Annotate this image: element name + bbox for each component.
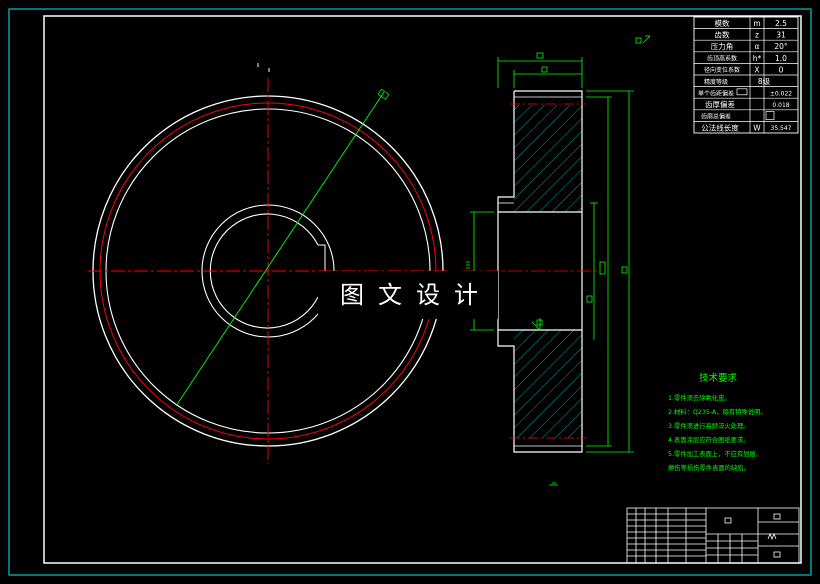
technical-requirements: 技术要求 1.零件须去除氧化皮。 2.材料：Q235-A，除有特殊说明。 3.零… <box>668 372 767 472</box>
param-value-7: 0.018 <box>772 102 789 109</box>
param-symbol-3: h* <box>753 54 762 63</box>
tech-requirements-title: 技术要求 <box>699 372 738 384</box>
lower-rim-section <box>514 330 582 438</box>
param-symbol-9: W <box>753 123 761 132</box>
param-name-0: 模数 <box>715 18 730 28</box>
diameter-leader <box>175 91 385 407</box>
param-name-7: 齿厚偏差 <box>705 99 735 109</box>
param-symbol-0: m <box>753 19 760 28</box>
watermark: 图文设计 <box>318 271 498 319</box>
section-view <box>462 35 651 486</box>
tech-requirement-item-1: 1.零件须去除氧化皮。 <box>668 393 731 402</box>
upper-rim-section <box>514 105 582 212</box>
tech-requirement-item-3: 3.零件须进行高频淬火处理。 <box>668 421 750 430</box>
param-value-1: 31 <box>776 31 786 40</box>
tech-requirement-item-4: 4.表面涂层应符合图纸要求。 <box>668 435 750 444</box>
param-value-6: ±0.022 <box>770 90 792 97</box>
param-name-3: 齿顶高系数 <box>707 55 737 63</box>
tech-requirement-item-5: 5.零件加工表面上，不应有划痕、 <box>668 449 762 458</box>
tech-requirement-item-2: 2.材料：Q235-A，除有特殊说明。 <box>668 407 767 416</box>
param-value-2: 20° <box>774 42 788 51</box>
param-value-5: 8级 <box>758 76 771 86</box>
param-value-4: 0 <box>779 65 784 74</box>
param-value-0: 2.5 <box>775 19 787 28</box>
gear-drawing-canvas: 模数 m 2.5 齿数 z 31 压力角 α 20° 齿顶高系数 h* 1.0 … <box>8 8 812 576</box>
param-name-2: 压力角 <box>711 41 734 51</box>
diameter-label-box <box>377 88 390 100</box>
param-symbol-1: z <box>755 31 759 40</box>
param-symbol-2: α <box>755 42 760 51</box>
watermark-text: 图文设计 <box>340 281 492 309</box>
front-view <box>88 63 448 464</box>
param-value-9: 35.547 <box>771 125 792 132</box>
param-name-4: 径向变位系数 <box>704 66 740 74</box>
param-name-5: 精度等级 <box>704 78 728 86</box>
parameter-table: 模数 m 2.5 齿数 z 31 压力角 α 20° 齿顶高系数 h* 1.0 … <box>693 16 799 134</box>
title-block <box>626 507 800 564</box>
param-name-1: 齿数 <box>715 30 730 40</box>
param-value-3: 1.0 <box>775 54 787 63</box>
param-name-9: 公法线长度 <box>701 122 739 132</box>
param-symbol-4: X <box>754 65 759 74</box>
param-name-6: 单个齿距偏差 <box>698 89 734 97</box>
tech-requirement-item-6: 擦伤等损伤零件表面的缺陷。 <box>668 463 750 472</box>
param-name-8: 齿廓总偏差 <box>701 113 731 121</box>
